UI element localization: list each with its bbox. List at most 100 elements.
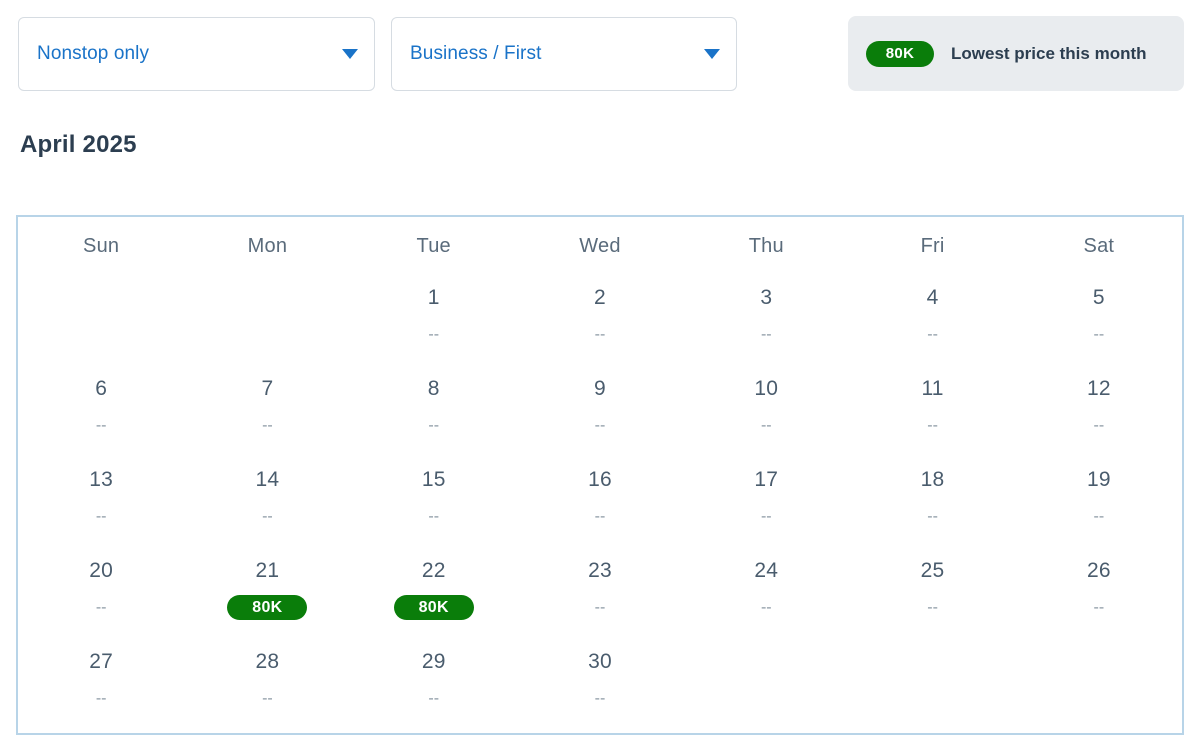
stops-filter-value: Nonstop only	[37, 43, 150, 64]
day-number: 11	[921, 377, 944, 400]
calendar-day-cell[interactable]: 28 --	[184, 639, 350, 730]
weekday-header-fri: Fri	[920, 234, 945, 257]
calendar-day-cell-empty	[184, 275, 350, 366]
day-number: 12	[1086, 377, 1111, 400]
calendar-day-cell[interactable]: 14 --	[184, 457, 350, 548]
calendar-day-cell[interactable]: 6 --	[18, 366, 184, 457]
day-price-empty: --	[594, 325, 606, 343]
chevron-down-icon	[342, 49, 358, 59]
day-number: 26	[1086, 559, 1111, 582]
calendar-day-cell[interactable]: 30 --	[517, 639, 683, 730]
day-number: 27	[89, 650, 114, 673]
day-number: 28	[255, 650, 280, 673]
calendar-weeks: 1 -- 2 -- 3 -- 4 -- 5 -- 6 -- 7 -- 8 -- 9 -- 10 -- 11 -- 12 -- 1…	[18, 275, 1182, 730]
day-price-empty: --	[594, 507, 606, 525]
weekday-header-thu: Thu	[748, 234, 784, 257]
day-number: 3	[760, 286, 773, 309]
day-price-empty: --	[927, 325, 938, 343]
day-number: 6	[95, 377, 108, 400]
stops-filter-dropdown[interactable]: Nonstop only	[18, 17, 375, 91]
day-price-empty: --	[95, 416, 107, 434]
day-price-empty: --	[428, 689, 440, 707]
day-number: 10	[754, 377, 779, 400]
weekday-header-sat: Sat	[1083, 234, 1115, 257]
calendar-week-row: 1 -- 2 -- 3 -- 4 -- 5 --	[18, 275, 1182, 366]
calendar-day-cell[interactable]: 2 --	[517, 275, 683, 366]
day-price-empty: --	[95, 689, 107, 707]
calendar-day-cell[interactable]: 29 --	[351, 639, 517, 730]
day-price-empty: --	[594, 416, 606, 434]
filter-controls-bar: Nonstop only Business / First 80K Lowest…	[0, 0, 1200, 108]
calendar-day-cell[interactable]: 13 --	[18, 457, 184, 548]
day-price-empty: --	[760, 416, 772, 434]
day-number: 17	[754, 468, 779, 491]
day-number: 29	[421, 650, 446, 673]
calendar-day-cell[interactable]: 8 --	[351, 366, 517, 457]
day-number: 5	[1092, 286, 1105, 309]
calendar-week-row: 20 -- 21 80K 22 80K 23 -- 24 -- 25 -- 26 --	[18, 548, 1182, 639]
day-price-empty: --	[1093, 598, 1105, 616]
day-price-empty: --	[594, 689, 606, 707]
calendar-day-cell[interactable]: 4 --	[849, 275, 1015, 366]
calendar-day-cell[interactable]: 7 --	[184, 366, 350, 457]
calendar-day-cell[interactable]: 22 80K	[351, 548, 517, 639]
day-number: 8	[427, 377, 440, 400]
calendar-day-cell[interactable]: 11 --	[849, 366, 1015, 457]
calendar-day-cell[interactable]: 18 --	[849, 457, 1015, 548]
day-price-empty: --	[927, 598, 938, 616]
cabin-filter-dropdown[interactable]: Business / First	[391, 17, 737, 91]
cabin-filter-value: Business / First	[410, 43, 542, 64]
day-price-empty: --	[760, 507, 772, 525]
weekday-header-row: Sun Mon Tue Wed Thu Fri Sat	[18, 217, 1182, 275]
calendar-day-cell[interactable]: 24 --	[683, 548, 849, 639]
calendar-day-cell[interactable]: 19 --	[1016, 457, 1182, 548]
calendar-day-cell[interactable]: 3 --	[683, 275, 849, 366]
day-price-empty: --	[1093, 416, 1105, 434]
legend-label: Lowest price this month	[951, 43, 1147, 63]
calendar-day-cell[interactable]: 17 --	[683, 457, 849, 548]
calendar-day-cell[interactable]: 16 --	[517, 457, 683, 548]
day-price-empty: --	[760, 325, 772, 343]
day-price-empty: --	[594, 598, 606, 616]
day-number: 9	[594, 377, 606, 400]
day-number: 14	[255, 468, 280, 491]
calendar-day-cell[interactable]: 10 --	[683, 366, 849, 457]
month-title: April 2025	[20, 131, 137, 158]
calendar-day-cell[interactable]: 20 --	[18, 548, 184, 639]
calendar-day-cell[interactable]: 1 --	[351, 275, 517, 366]
calendar-day-cell[interactable]: 15 --	[351, 457, 517, 548]
day-number: 15	[421, 468, 446, 491]
day-price-empty: --	[262, 416, 273, 434]
calendar-day-cell[interactable]: 27 --	[18, 639, 184, 730]
day-number: 4	[926, 286, 939, 309]
day-number: 18	[920, 468, 945, 491]
day-number: 16	[588, 468, 612, 491]
calendar-day-cell[interactable]: 12 --	[1016, 366, 1182, 457]
calendar-day-cell[interactable]: 25 --	[849, 548, 1015, 639]
day-number: 24	[754, 559, 779, 582]
calendar-day-cell[interactable]: 26 --	[1016, 548, 1182, 639]
chevron-down-icon	[704, 49, 720, 59]
calendar-week-row: 13 -- 14 -- 15 -- 16 -- 17 -- 18 -- 19 --	[18, 457, 1182, 548]
price-badge: 80K	[393, 595, 474, 620]
day-number: 21	[255, 559, 280, 582]
calendar-day-cell[interactable]: 21 80K	[184, 548, 350, 639]
calendar-day-cell[interactable]: 23 --	[517, 548, 683, 639]
calendar-day-cell-empty	[683, 639, 849, 730]
lowest-price-legend: 80K Lowest price this month	[848, 16, 1184, 91]
day-price-empty: --	[95, 598, 107, 616]
calendar-week-row: 27 -- 28 -- 29 -- 30 --	[18, 639, 1182, 730]
day-price-lowest-badge: 80K	[393, 595, 474, 620]
calendar-day-cell[interactable]: 9 --	[517, 366, 683, 457]
legend-price-badge: 80K	[866, 40, 934, 67]
day-number: 25	[920, 559, 945, 582]
day-number: 13	[89, 468, 114, 491]
price-badge: 80K	[227, 595, 308, 620]
calendar-day-cell-empty	[849, 639, 1015, 730]
weekday-header-tue: Tue	[416, 234, 451, 257]
day-number: 1	[427, 286, 440, 309]
day-price-empty: --	[428, 507, 440, 525]
weekday-header-sun: Sun	[83, 234, 120, 257]
day-number: 22	[421, 559, 446, 582]
calendar-day-cell[interactable]: 5 --	[1016, 275, 1182, 366]
